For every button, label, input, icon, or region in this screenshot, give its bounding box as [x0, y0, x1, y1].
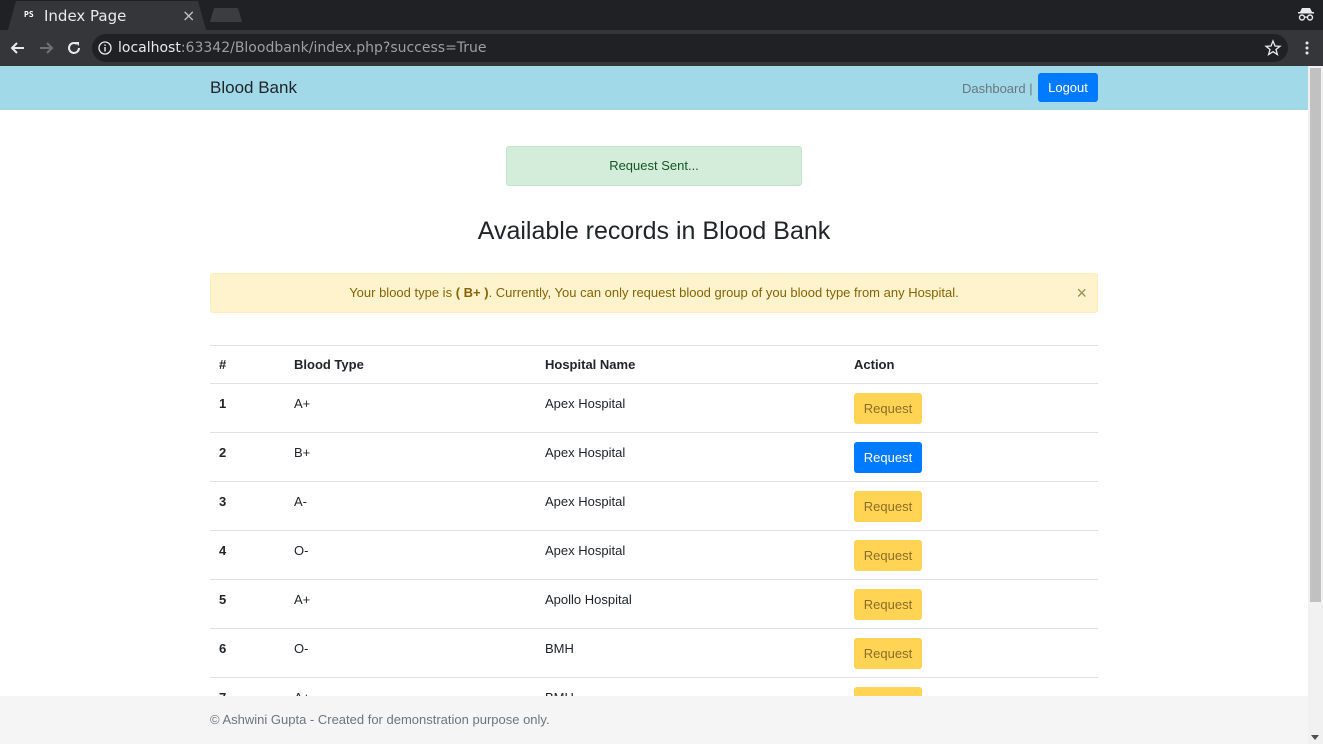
row-hospital: Apollo Hospital: [536, 579, 845, 629]
row-number: 4: [210, 530, 285, 580]
warning-suffix: . Currently, You can only request blood …: [488, 285, 959, 300]
blood-records-table: # Blood Type Hospital Name Action 1 A+ A…: [210, 345, 1098, 727]
browser-tab-bar: PS Index Page ×: [0, 0, 1323, 30]
vertical-scrollbar[interactable]: [1308, 66, 1323, 744]
tab-title: Index Page: [44, 7, 127, 25]
request-button[interactable]: Request: [854, 393, 922, 424]
success-alert: Request Sent...: [506, 146, 802, 186]
table-row: 5 A+ Apollo Hospital Request: [210, 579, 1098, 629]
info-icon[interactable]: [98, 41, 112, 55]
table-row: 1 A+ Apex Hospital Request: [210, 383, 1098, 433]
footer-copyright: © Ashwini Gupta - Created for demonstrat…: [210, 712, 550, 727]
table-row: 2 B+ Apex Hospital Request: [210, 432, 1098, 482]
tab-close-icon[interactable]: ×: [182, 6, 195, 25]
table-header-row: # Blood Type Hospital Name Action: [210, 345, 1098, 384]
site-navbar: Blood Bank Dashboard | Logout: [0, 66, 1308, 110]
request-button[interactable]: Request: [854, 491, 922, 522]
new-tab-button[interactable]: [210, 8, 242, 22]
row-blood-type: A+: [285, 383, 536, 433]
row-blood-type: A-: [285, 481, 536, 531]
logout-button[interactable]: Logout: [1038, 73, 1098, 102]
row-blood-type: O-: [285, 628, 536, 678]
row-number: 3: [210, 481, 285, 531]
close-alert-icon[interactable]: ×: [1076, 274, 1087, 312]
table-row: 6 O- BMH Request: [210, 628, 1098, 678]
request-button[interactable]: Request: [854, 540, 922, 571]
request-button[interactable]: Request: [854, 589, 922, 620]
url-host: localhost: [118, 40, 181, 56]
url-text[interactable]: localhost:63342/Bloodbank/index.php?succ…: [118, 40, 487, 56]
row-blood-type: O-: [285, 530, 536, 580]
address-bar[interactable]: localhost:63342/Bloodbank/index.php?succ…: [92, 34, 1288, 62]
row-action-cell: Request: [845, 432, 1098, 482]
browser-tab[interactable]: PS Index Page ×: [8, 1, 206, 30]
brand-title[interactable]: Blood Bank: [210, 78, 297, 98]
row-number: 1: [210, 383, 285, 433]
table-row: 4 O- Apex Hospital Request: [210, 530, 1098, 580]
table-row: 3 A- Apex Hospital Request: [210, 481, 1098, 531]
row-number: 2: [210, 432, 285, 482]
row-action-cell: Request: [845, 481, 1098, 531]
row-hospital: BMH: [536, 628, 845, 678]
user-blood-type: ( B+ ): [455, 285, 489, 300]
request-button[interactable]: Request: [854, 638, 922, 669]
row-hospital: Apex Hospital: [536, 432, 845, 482]
header-number: #: [210, 345, 285, 384]
bookmark-star-icon[interactable]: [1264, 39, 1282, 57]
phpstorm-favicon-icon: PS: [24, 10, 34, 19]
page-title: Available records in Blood Bank: [477, 217, 831, 245]
header-hospital-name: Hospital Name: [536, 345, 845, 384]
row-blood-type: A+: [285, 579, 536, 629]
page-footer: © Ashwini Gupta - Created for demonstrat…: [0, 696, 1308, 744]
url-path: :63342/Bloodbank/index.php?success=True: [180, 40, 487, 56]
row-action-cell: Request: [845, 530, 1098, 580]
blood-type-warning-alert: Your blood type is ( B+ ). Currently, Yo…: [210, 273, 1098, 313]
kebab-menu-icon[interactable]: [1299, 40, 1315, 56]
row-hospital: Apex Hospital: [536, 481, 845, 531]
row-hospital: Apex Hospital: [536, 530, 845, 580]
header-blood-type: Blood Type: [285, 345, 536, 384]
header-action: Action: [845, 345, 1098, 384]
reload-icon[interactable]: [64, 38, 84, 58]
row-hospital: Apex Hospital: [536, 383, 845, 433]
row-action-cell: Request: [845, 383, 1098, 433]
forward-arrow-icon[interactable]: [36, 38, 56, 58]
row-number: 5: [210, 579, 285, 629]
dashboard-link[interactable]: Dashboard |: [962, 81, 1033, 96]
browser-toolbar: localhost:63342/Bloodbank/index.php?succ…: [0, 30, 1323, 66]
incognito-icon: [1298, 8, 1314, 21]
page-viewport: Blood Bank Dashboard | Logout Request Se…: [0, 66, 1308, 744]
row-blood-type: B+: [285, 432, 536, 482]
scrollbar-thumb[interactable]: [1310, 68, 1321, 602]
warning-prefix: Your blood type is: [349, 285, 456, 300]
row-action-cell: Request: [845, 628, 1098, 678]
back-arrow-icon[interactable]: [8, 38, 28, 58]
row-number: 6: [210, 628, 285, 678]
scroll-down-arrow-icon[interactable]: [1311, 735, 1319, 740]
row-action-cell: Request: [845, 579, 1098, 629]
request-button[interactable]: Request: [854, 442, 922, 473]
